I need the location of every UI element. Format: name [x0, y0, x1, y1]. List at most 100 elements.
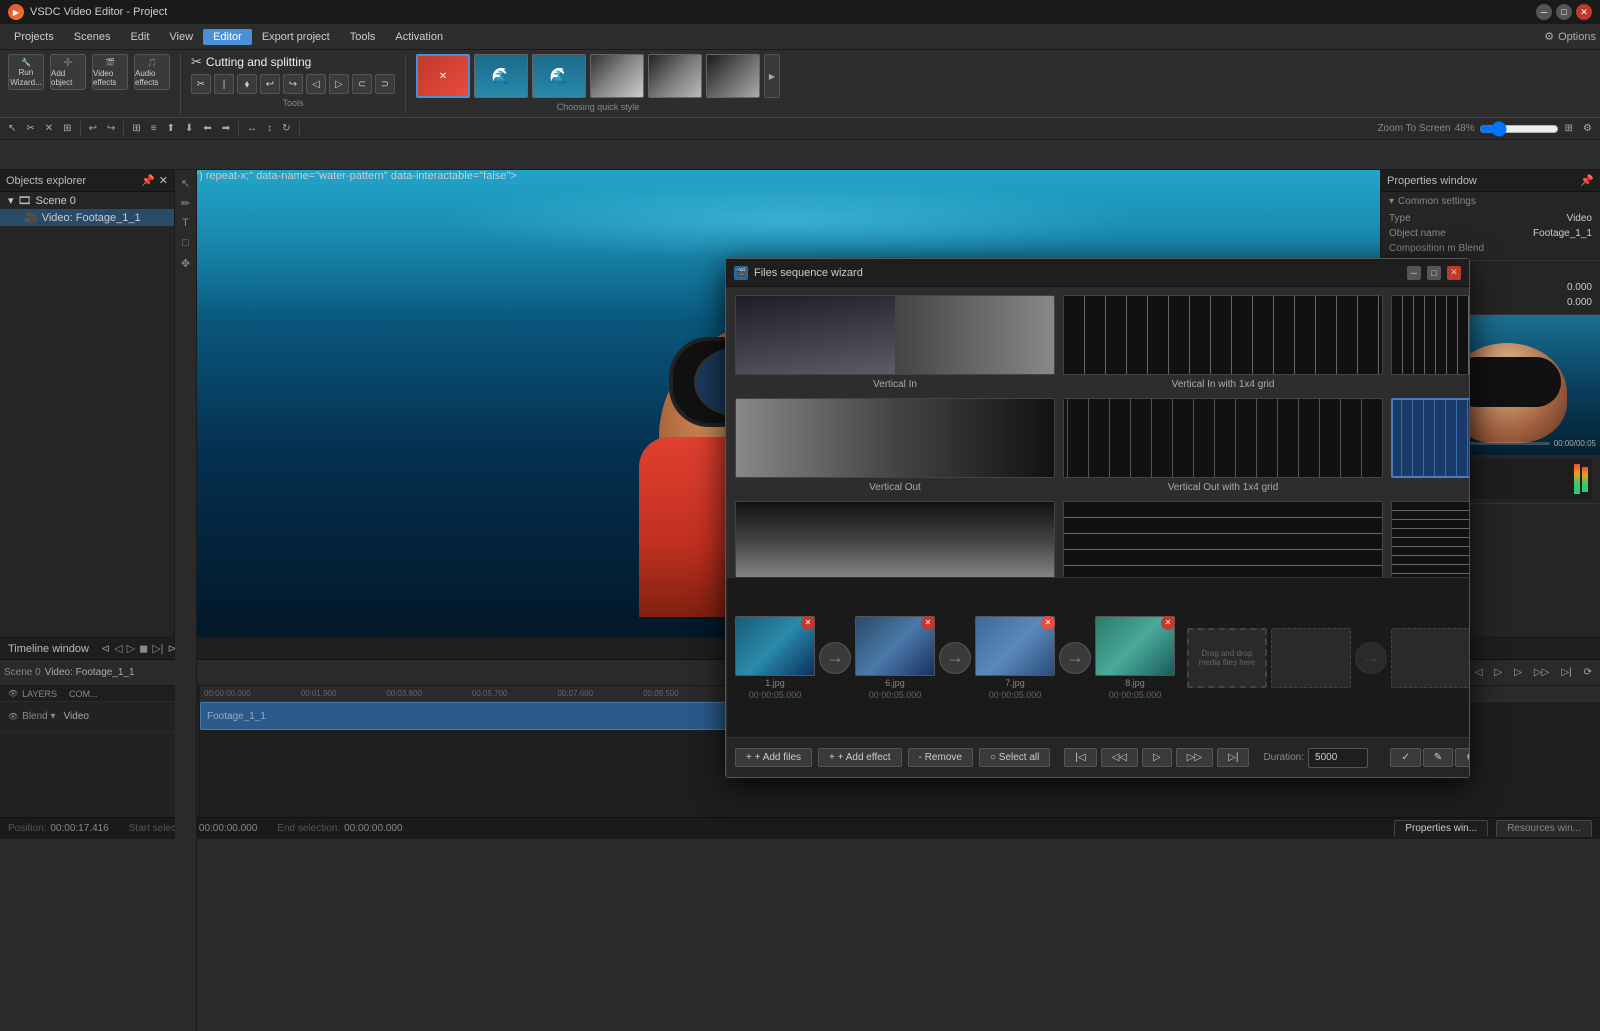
layout-button[interactable]: ⊞ [1561, 120, 1577, 138]
cut-tool-5[interactable]: ↪ [283, 74, 303, 94]
move-down-button[interactable]: ⬇ [181, 120, 197, 138]
more-styles-button[interactable]: ▶ [764, 54, 780, 98]
vtool-move[interactable]: ✥ [177, 254, 195, 272]
undo-button[interactable]: ↩ [85, 120, 101, 138]
delete-button[interactable]: ✕ [41, 120, 57, 138]
thumb-vertical-in-1x4[interactable]: Vertical In with 1x4 grid [1063, 295, 1383, 390]
wizard-maximize-button[interactable]: □ [1427, 266, 1441, 280]
audio-effects-button[interactable]: 🎵 Audio effects [134, 54, 170, 90]
next-frame-button[interactable]: ▷| [1557, 664, 1575, 682]
edit-button[interactable]: ✎ [1423, 748, 1453, 767]
wizard-minimize-button[interactable]: ─ [1407, 266, 1421, 280]
maximize-button[interactable]: □ [1556, 4, 1572, 20]
move-up-button[interactable]: ⬆ [163, 120, 179, 138]
drag-drop-zone[interactable]: Drag and drop media files here [1187, 628, 1267, 688]
menu-tools[interactable]: Tools [340, 29, 386, 45]
thumb-vertical-out-1x8[interactable]: Vertical Out with 1x8 grid [1391, 398, 1469, 493]
menu-view[interactable]: View [159, 29, 203, 45]
close-button[interactable]: ✕ [1576, 4, 1592, 20]
pin-properties-icon[interactable]: 📌 [1580, 174, 1594, 187]
redo-button[interactable]: ↪ [103, 120, 119, 138]
cut-tool-9[interactable]: ⊃ [375, 74, 395, 94]
checkmark-button[interactable]: ✓ [1390, 748, 1420, 767]
options-button[interactable]: ⚙ Options [1544, 30, 1596, 43]
filmstrip-thumb-8[interactable]: ✕ [1095, 616, 1175, 676]
cut-tool-3[interactable]: ⬧ [237, 74, 257, 94]
run-wizard-button[interactable]: 🔧 Run Wizard... [8, 54, 44, 90]
eye-blend-icon[interactable]: 👁 [8, 712, 18, 721]
tl-play-button[interactable]: ▷ [127, 642, 135, 655]
auto-levels-thumb[interactable]: 🌊 [474, 54, 528, 98]
rotate-button[interactable]: ↻ [278, 120, 294, 138]
vtool-shape[interactable]: □ [177, 234, 195, 252]
play-wizard-button[interactable]: ▷ [1142, 748, 1172, 767]
first-button[interactable]: |◁ [1064, 748, 1096, 767]
cut-tool-4[interactable]: ↩ [260, 74, 280, 94]
properties-button[interactable]: ⚙ [1455, 748, 1469, 767]
menu-activation[interactable]: Activation [385, 29, 453, 45]
thumb-horizontal-in-4x1[interactable]: Horizontal In with 4x1 grid [1063, 501, 1383, 577]
add-effect-button[interactable]: + + Add effect [818, 748, 902, 767]
select-all-button[interactable]: ⊞ [59, 120, 75, 138]
grayscale-3-thumb[interactable] [706, 54, 760, 98]
cut-tool-8[interactable]: ⊂ [352, 74, 372, 94]
remove-6-button[interactable]: ✕ [921, 616, 935, 630]
cursor-tool-button[interactable]: ↖ [4, 120, 20, 138]
auto-contrast-thumb[interactable]: 🌊 [532, 54, 586, 98]
step-back-button[interactable]: ◁ [1471, 664, 1487, 682]
grayscale-1-thumb[interactable] [590, 54, 644, 98]
remove-1-button[interactable]: ✕ [801, 616, 815, 630]
add-files-button[interactable]: + + Add files [735, 748, 812, 767]
remove-8-button[interactable]: ✕ [1161, 616, 1175, 630]
vtool-cursor[interactable]: ↖ [177, 174, 195, 192]
filmstrip-thumb-7[interactable]: ✕ [975, 616, 1055, 676]
zoom-slider[interactable] [1479, 122, 1559, 136]
pin-icon[interactable]: 📌 [141, 174, 155, 187]
menu-edit[interactable]: Edit [120, 29, 159, 45]
prev-button[interactable]: ◁◁ [1101, 748, 1138, 767]
video-effects-button[interactable]: 🎬 Video effects [92, 54, 128, 90]
cut-tool-2[interactable]: | [214, 74, 234, 94]
remove-all-thumb[interactable]: ✕ [416, 54, 470, 98]
cut-tool-7[interactable]: ▷ [329, 74, 349, 94]
remove-button[interactable]: - Remove [908, 748, 973, 767]
thumb-vertical-out-1x4[interactable]: Vertical Out with 1x4 grid [1063, 398, 1383, 493]
align-button[interactable]: ≡ [147, 120, 161, 138]
menu-editor[interactable]: Editor [203, 29, 252, 45]
vtool-draw[interactable]: ✏ [177, 194, 195, 212]
duration-input[interactable] [1308, 748, 1368, 768]
cut-tool-6[interactable]: ◁ [306, 74, 326, 94]
remove-7-button[interactable]: ✕ [1041, 616, 1055, 630]
tl-prev-button[interactable]: ◁ [114, 642, 122, 655]
filmstrip-thumb-6[interactable]: ✕ [855, 616, 935, 676]
tree-item-video[interactable]: 🎥 Video: Footage_1_1 [0, 209, 174, 226]
play-pause-button[interactable]: ▷ [1491, 664, 1507, 682]
minimize-button[interactable]: ─ [1536, 4, 1552, 20]
filmstrip-thumb-1[interactable]: ✕ [735, 616, 815, 676]
wizard-close-button[interactable]: ✕ [1447, 266, 1461, 280]
menu-projects[interactable]: Projects [4, 29, 64, 45]
thumb-vertical-in[interactable]: Vertical In [735, 295, 1055, 390]
grid-button[interactable]: ⊞ [128, 120, 144, 138]
flip-v-button[interactable]: ↕ [263, 120, 276, 138]
flip-h-button[interactable]: ↔ [243, 120, 261, 138]
settings-button[interactable]: ⚙ [1579, 120, 1596, 138]
cut-tool-1[interactable]: ✂ [191, 74, 211, 94]
move-left-button[interactable]: ⬅ [199, 120, 215, 138]
menu-export[interactable]: Export project [252, 29, 340, 45]
tl-next-button[interactable]: ▷| [152, 642, 163, 655]
blend-mode-selector[interactable]: Blend ▾ [22, 711, 55, 722]
grayscale-2-thumb[interactable] [648, 54, 702, 98]
last-button[interactable]: ▷| [1217, 748, 1249, 767]
move-right-button[interactable]: ➡ [218, 120, 234, 138]
close-explorer-button[interactable]: ✕ [159, 174, 168, 187]
bottom-tab-resources[interactable]: Resources win... [1496, 820, 1592, 837]
thumb-vertical-in-1x8[interactable]: Vertical In with 1x8 grid [1391, 295, 1469, 390]
select-all-button[interactable]: ○ Select all [979, 748, 1050, 767]
bottom-tab-properties[interactable]: Properties win... [1394, 820, 1488, 837]
cut-button[interactable]: ✂ [22, 120, 38, 138]
thumb-vertical-out[interactable]: Vertical Out [735, 398, 1055, 493]
step-forward-button[interactable]: ▷ [1510, 664, 1526, 682]
thumb-horizontal-in-8x1[interactable]: Horizontal In with 8x1 grid [1391, 501, 1469, 577]
add-object-button[interactable]: ➕ Add object [50, 54, 86, 90]
